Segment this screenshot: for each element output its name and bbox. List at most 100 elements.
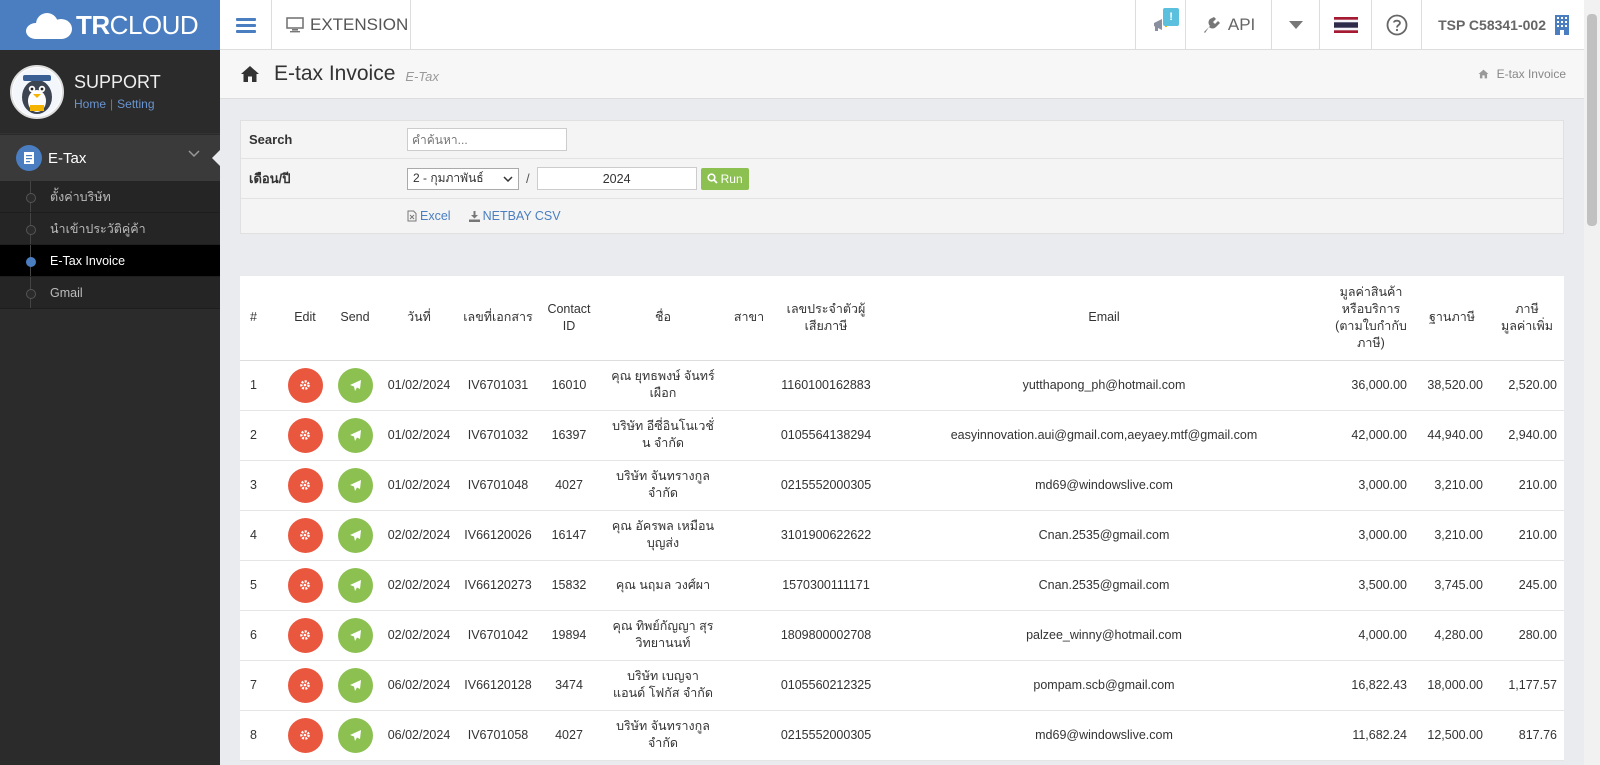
col-header-index: # xyxy=(240,276,280,361)
edit-button[interactable] xyxy=(287,367,323,403)
edit-cell xyxy=(280,660,330,711)
edit-button[interactable] xyxy=(287,467,323,503)
sidebar-item-label: Gmail xyxy=(50,285,83,300)
cell-docno: IV6701032 xyxy=(458,410,538,461)
home-icon[interactable] xyxy=(1478,69,1489,79)
cell-tax-base: 44,940.00 xyxy=(1414,410,1490,461)
send-cell xyxy=(330,560,380,611)
monitor-icon xyxy=(286,17,304,33)
file-excel-icon xyxy=(407,210,417,222)
paper-plane-icon xyxy=(349,729,361,741)
cell-branch xyxy=(726,410,772,461)
year-input[interactable]: 2024 xyxy=(536,167,697,190)
api-button[interactable]: API xyxy=(1185,0,1271,50)
send-button[interactable] xyxy=(337,517,373,553)
cell-branch xyxy=(726,460,772,511)
document-icon xyxy=(16,145,42,171)
col-header-branch[interactable]: สาขา xyxy=(726,276,772,361)
cell-taxid: 1570300111171 xyxy=(772,560,880,611)
cell-branch xyxy=(726,710,772,761)
send-button[interactable] xyxy=(337,717,373,753)
cell-date: 06/02/2024 xyxy=(380,710,458,761)
send-button[interactable] xyxy=(337,567,373,603)
month-select[interactable]: 2 - กุมภาพันธ์ xyxy=(407,167,519,190)
col-header-docno[interactable]: เลขที่เอกสาร xyxy=(458,276,538,361)
col-header-value[interactable]: มูลค่าสินค้าหรือบริการ (ตามใบกำกับภาษี) xyxy=(1328,276,1414,361)
company-selector[interactable]: TSP C58341-002 xyxy=(1421,0,1584,50)
gear-icon xyxy=(300,430,310,440)
sidebar-item-company-settings[interactable]: ตั้งค่าบริษัท xyxy=(0,181,220,213)
send-button[interactable] xyxy=(337,367,373,403)
cell-vat: 210.00 xyxy=(1490,510,1564,561)
avatar[interactable] xyxy=(10,64,64,119)
menu-toggle-button[interactable] xyxy=(220,0,272,50)
language-selector[interactable] xyxy=(1319,0,1371,50)
col-header-contact-id[interactable]: Contact ID xyxy=(538,276,600,361)
col-header-taxid[interactable]: เลขประจำตัวผู้เสียภาษี xyxy=(772,276,880,361)
paper-plane-icon xyxy=(349,429,361,441)
send-button[interactable] xyxy=(337,417,373,453)
cell-branch xyxy=(726,560,772,611)
scrollbar-thumb[interactable] xyxy=(1587,14,1597,226)
gear-icon xyxy=(300,680,310,690)
cell-date: 01/02/2024 xyxy=(380,360,458,411)
page-scrollbar[interactable] xyxy=(1584,0,1600,765)
cell-docno: IV6701031 xyxy=(458,360,538,411)
notifications-button[interactable]: ! xyxy=(1135,0,1185,50)
col-header-date[interactable]: วันที่ xyxy=(380,276,458,361)
edit-button[interactable] xyxy=(287,417,323,453)
edit-cell xyxy=(280,710,330,761)
cell-contact-id: 16397 xyxy=(538,410,600,461)
extension-button[interactable]: EXTENSION xyxy=(272,0,411,50)
help-button[interactable] xyxy=(1371,0,1421,50)
cell-tax-base: 3,210.00 xyxy=(1414,460,1490,511)
cell-date: 01/02/2024 xyxy=(380,410,458,461)
send-cell xyxy=(330,360,380,411)
col-header-name[interactable]: ชื่อ xyxy=(600,276,726,361)
gear-icon xyxy=(300,380,310,390)
cell-contact-id: 4027 xyxy=(538,710,600,761)
cell-email: yutthapong_ph@hotmail.com xyxy=(880,360,1328,411)
send-button[interactable] xyxy=(337,467,373,503)
edit-button[interactable] xyxy=(287,617,323,653)
cell-tax-base: 12,500.00 xyxy=(1414,710,1490,761)
hamburger-icon xyxy=(235,15,256,36)
send-button[interactable] xyxy=(337,667,373,703)
table-row: 8 06/02/2024 IV6701058 4027 บริษัท จันทรางกู… xyxy=(240,710,1564,761)
sidebar-item-gmail[interactable]: Gmail xyxy=(0,277,220,309)
breadcrumb-current: E-tax Invoice xyxy=(1496,67,1566,81)
home-link[interactable]: Home xyxy=(74,97,106,111)
cell-email: Cnan.2535@gmail.com xyxy=(880,510,1328,561)
send-button[interactable] xyxy=(337,617,373,653)
run-button[interactable]: Run xyxy=(700,167,749,190)
col-header-tax-base[interactable]: ฐานภาษี xyxy=(1414,276,1490,361)
netbay-csv-link[interactable]: NETBAY CSV xyxy=(468,209,561,223)
col-header-email[interactable]: Email xyxy=(880,276,1328,361)
sidebar-section-etax[interactable]: E-Tax xyxy=(0,135,221,181)
cell-tax-base: 38,520.00 xyxy=(1414,360,1490,411)
sidebar-item-import-contacts[interactable]: นำเข้าประวัติคู่ค้า xyxy=(0,213,220,245)
paper-plane-icon xyxy=(349,629,361,641)
search-input[interactable] xyxy=(407,128,567,151)
edit-button[interactable] xyxy=(287,717,323,753)
cell-docno: IV6701058 xyxy=(458,710,538,761)
run-label: Run xyxy=(720,171,743,186)
edit-button[interactable] xyxy=(287,667,323,703)
edit-cell xyxy=(280,560,330,611)
send-cell xyxy=(330,710,380,761)
excel-export-link[interactable]: Excel xyxy=(407,209,451,223)
edit-button[interactable] xyxy=(287,567,323,603)
col-header-vat[interactable]: ภาษีมูลค่าเพิ่ม xyxy=(1490,276,1564,361)
cell-index: 1 xyxy=(240,360,280,411)
setting-link[interactable]: Setting xyxy=(117,97,154,111)
brand-logo[interactable]: TRCLOUD xyxy=(0,0,220,50)
cell-taxid: 0105564138294 xyxy=(772,410,880,461)
cell-tax-base: 4,280.00 xyxy=(1414,610,1490,661)
table-header-row: # Edit Send วันที่ เลขที่เอกสาร Contact … xyxy=(240,276,1564,361)
home-icon[interactable] xyxy=(240,65,260,83)
excel-label: Excel xyxy=(420,209,451,223)
col-header-edit: Edit xyxy=(280,276,330,361)
sidebar-item-etax-invoice[interactable]: E-Tax Invoice xyxy=(0,245,220,277)
edit-button[interactable] xyxy=(287,517,323,553)
dropdown-toggle[interactable] xyxy=(1271,0,1319,50)
